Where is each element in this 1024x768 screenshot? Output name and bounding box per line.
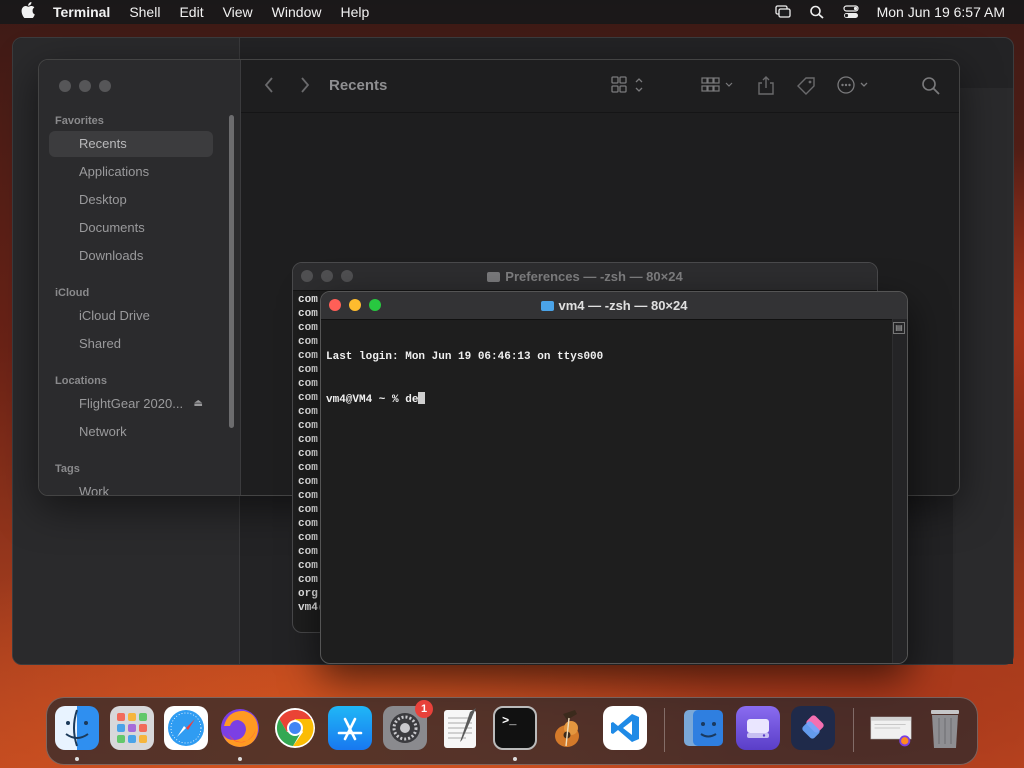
terminal-window-vm4[interactable]: vm4 — -zsh — 80×24 Last login: Mon Jun 1… <box>320 291 908 664</box>
disk-utility-icon[interactable] <box>736 706 780 750</box>
menu-help[interactable]: Help <box>340 4 369 20</box>
menu-bar: Terminal Shell Edit View Window Help Mon… <box>0 0 1024 24</box>
notification-badge: 1 <box>415 700 433 718</box>
split-pane-icon[interactable]: ▤ <box>893 322 905 334</box>
sidebar-section-favorites: Favorites <box>55 115 104 127</box>
sidebar-item-desktop[interactable]: Desktop <box>49 187 213 213</box>
sidebar-item-recents[interactable]: Recents <box>49 131 213 157</box>
tag-icon[interactable] <box>796 76 816 101</box>
textedit-icon[interactable] <box>438 706 482 750</box>
prompt-text: vm4@VM4 ~ % de <box>326 394 419 406</box>
more-actions-icon[interactable] <box>837 76 873 99</box>
app-store-icon[interactable] <box>328 706 372 750</box>
finder-toolbar: Recents <box>241 60 959 113</box>
finder-window-title: Recents <box>329 77 388 94</box>
running-indicator <box>238 757 242 761</box>
menu-view[interactable]: View <box>223 4 253 20</box>
vscode-icon[interactable] <box>603 706 647 750</box>
sidebar-section-icloud: iCloud <box>55 287 90 299</box>
downloads-stack-icon[interactable] <box>869 706 913 750</box>
terminal-scrollbar[interactable] <box>892 319 907 663</box>
share-icon[interactable] <box>757 76 775 101</box>
terminal-titlebar: vm4 — -zsh — 80×24 <box>321 292 907 320</box>
menu-clock[interactable]: Mon Jun 19 6:57 AM <box>877 4 1005 20</box>
menu-window[interactable]: Window <box>272 4 322 20</box>
forward-chevron-icon[interactable] <box>299 76 311 99</box>
terminal-prompt-glyph: >_ <box>502 714 517 728</box>
folder-icon <box>487 272 501 282</box>
terminal-output[interactable]: Last login: Mon Jun 19 06:46:13 on ttys0… <box>326 322 603 435</box>
sidebar-item-tag-work[interactable]: Work <box>49 479 213 495</box>
dock-separator <box>853 708 854 752</box>
menu-edit[interactable]: Edit <box>179 4 203 20</box>
sidebar-item-documents[interactable]: Documents <box>49 215 213 241</box>
running-indicator <box>75 757 79 761</box>
migration-assistant-icon[interactable] <box>681 706 725 750</box>
sidebar-item-network[interactable]: Network <box>49 419 213 445</box>
chrome-icon[interactable] <box>273 706 317 750</box>
zoom-button[interactable] <box>99 80 111 92</box>
sidebar-section-tags: Tags <box>55 463 80 475</box>
terminal-line-last-login: Last login: Mon Jun 19 06:46:13 on ttys0… <box>326 351 604 363</box>
terminal-window-title: vm4 — -zsh — 80×24 <box>321 298 907 313</box>
control-center-icon[interactable] <box>842 5 859 19</box>
sidebar-item-shared[interactable]: Shared <box>49 331 213 357</box>
dock-separator <box>664 708 665 752</box>
safari-icon[interactable] <box>164 706 208 750</box>
system-settings-icon[interactable]: 1 <box>383 700 433 750</box>
terminal-titlebar: Preferences — -zsh — 80×24 <box>293 263 877 291</box>
screen-mirroring-icon[interactable] <box>774 5 791 19</box>
sidebar-item-label: FlightGear 2020... <box>79 396 184 411</box>
shortcuts-icon[interactable] <box>791 706 835 750</box>
sidebar-item-icloud-drive[interactable]: iCloud Drive <box>49 303 213 329</box>
terminal-window-title: Preferences — -zsh — 80×24 <box>293 269 877 284</box>
minimize-button[interactable] <box>79 80 91 92</box>
finder-sidebar: Favorites Recents Applications Desktop D… <box>39 60 241 495</box>
text-cursor <box>418 392 426 404</box>
terminal-title-text: Preferences — -zsh — 80×24 <box>505 269 683 284</box>
launchpad-icon[interactable] <box>110 706 154 750</box>
finder-icon[interactable] <box>55 706 99 750</box>
garageband-icon[interactable] <box>547 706 591 750</box>
firefox-icon[interactable] <box>218 706 262 750</box>
sidebar-item-flightgear[interactable]: FlightGear 2020... ⏏ <box>49 391 213 417</box>
back-chevron-icon[interactable] <box>263 76 275 99</box>
apple-logo-icon[interactable] <box>18 1 38 23</box>
menu-app-name[interactable]: Terminal <box>53 4 110 20</box>
sidebar-section-locations: Locations <box>55 375 107 387</box>
trash-icon[interactable] <box>923 706 967 750</box>
sidebar-scrollbar[interactable] <box>229 115 234 428</box>
sidebar-item-downloads[interactable]: Downloads <box>49 243 213 269</box>
terminal-icon[interactable]: >_ <box>493 706 537 750</box>
search-icon[interactable] <box>921 76 941 101</box>
sidebar-item-applications[interactable]: Applications <box>49 159 213 185</box>
eject-icon[interactable]: ⏏ <box>194 391 203 417</box>
finder-window-controls <box>59 80 119 92</box>
spotlight-search-icon[interactable] <box>809 5 825 19</box>
terminal-prompt-line[interactable]: vm4@VM4 ~ % de <box>326 392 603 407</box>
icon-view-grid-icon[interactable] <box>611 76 645 99</box>
close-button[interactable] <box>59 80 71 92</box>
group-by-icon[interactable] <box>701 76 737 99</box>
running-indicator <box>513 757 517 761</box>
terminal-title-text: vm4 — -zsh — 80×24 <box>558 298 688 313</box>
background-finder-content-edge <box>953 88 1013 664</box>
menu-shell[interactable]: Shell <box>129 4 160 20</box>
home-folder-icon <box>540 301 554 311</box>
dock: 1 >_ <box>46 697 978 765</box>
